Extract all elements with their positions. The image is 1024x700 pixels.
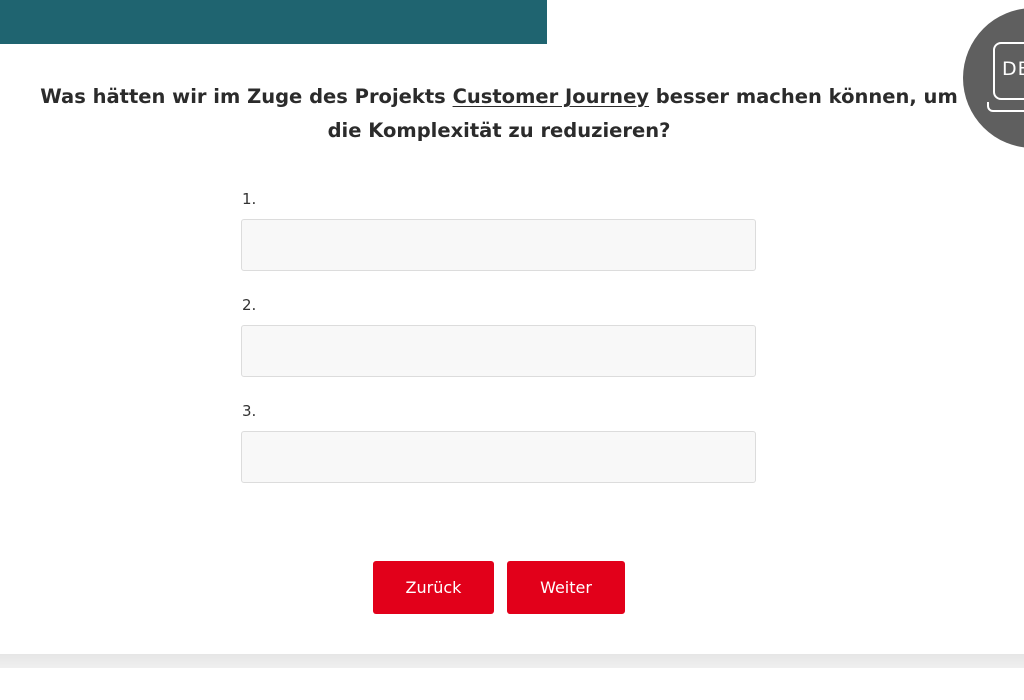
language-code: DE: [1002, 58, 1024, 80]
answer-label-1: 1.: [242, 190, 257, 208]
survey-page: DE Was hätten wir im Zuge des Projekts C…: [0, 0, 1024, 700]
answer-input-1[interactable]: [241, 219, 756, 271]
question-title: Was hätten wir im Zuge des Projekts Cust…: [40, 80, 958, 148]
language-switcher[interactable]: DE: [963, 8, 1024, 148]
back-button[interactable]: Zurück: [373, 561, 494, 614]
answer-input-2[interactable]: [241, 325, 756, 377]
next-button[interactable]: Weiter: [507, 561, 625, 614]
header-bar: [0, 0, 547, 44]
answer-input-3[interactable]: [241, 431, 756, 483]
answer-label-3: 3.: [242, 402, 257, 420]
question-project-name: Customer Journey: [452, 85, 650, 108]
laptop-base-icon: [987, 102, 1024, 112]
footer-divider: [0, 654, 1024, 668]
question-prefix: Was hätten wir im Zuge des Projekts: [40, 85, 453, 108]
answer-label-2: 2.: [242, 296, 257, 314]
